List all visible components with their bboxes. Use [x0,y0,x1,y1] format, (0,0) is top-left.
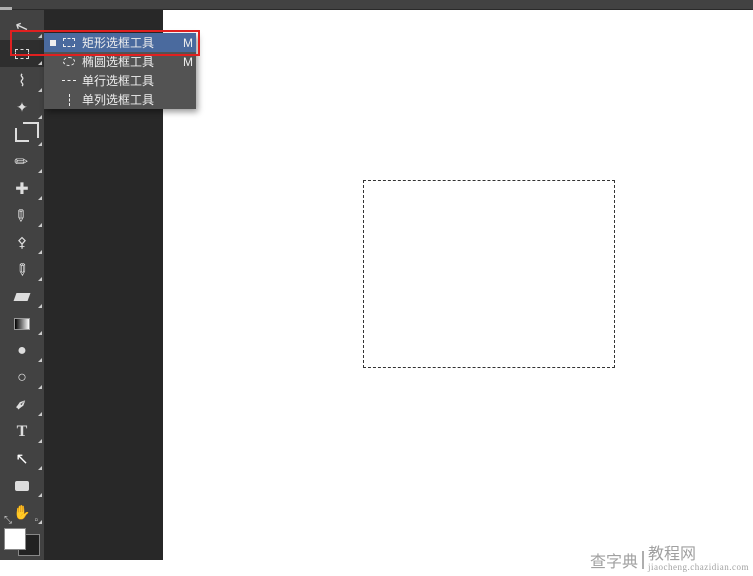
rectangle-marquee-icon [62,38,76,47]
selected-dot-icon [50,97,56,103]
flyout-indicator-icon [38,115,42,119]
stamp-tool[interactable]: ⚴ [0,229,44,256]
hand-icon: ✋ [13,504,30,521]
gradient-icon [14,318,30,330]
ellipse-marquee-icon [62,57,76,66]
flyout-indicator-icon [38,34,42,38]
flyout-item-rectangle-marquee[interactable]: 矩形选框工具 M [44,33,196,52]
brush-icon: ✎ [10,204,34,228]
move-icon: ↖ [12,15,31,38]
default-colors-icon[interactable]: ▫ [34,515,38,526]
flyout-item-single-row-marquee[interactable]: 单行选框工具 [44,71,196,90]
flyout-indicator-icon [38,385,42,389]
lasso-tool[interactable]: ⌇ [0,67,44,94]
flyout-item-ellipse-marquee[interactable]: 椭圆选框工具 M [44,52,196,71]
brush-tool[interactable]: ✎ [0,202,44,229]
watermark-url: jiaocheng.chazidian.com [648,563,749,572]
eyedropper-icon: ✎ [10,150,34,174]
flyout-label: 单行选框工具 [82,72,174,89]
eraser-tool[interactable] [0,283,44,310]
spot-heal-icon: ✚ [15,179,28,199]
flyout-item-single-column-marquee[interactable]: 单列选框工具 [44,90,196,109]
rectangle-shape-icon [15,481,29,491]
options-bar [0,0,753,10]
shape-tool[interactable] [0,472,44,499]
flyout-indicator-icon [38,466,42,470]
history-brush-icon: ✎ [10,258,34,282]
flyout-indicator-icon [38,277,42,281]
rectangle-marquee-icon [15,49,29,59]
flyout-indicator-icon [38,493,42,497]
pen-icon: ✒ [10,393,34,417]
move-tool[interactable]: ↖ [0,13,44,40]
flyout-indicator-icon [38,196,42,200]
flyout-label: 椭圆选框工具 [82,53,174,70]
crop-icon [15,128,29,142]
flyout-indicator-icon [38,61,42,65]
type-icon: T [17,423,28,441]
wand-tool[interactable]: ✦ [0,94,44,121]
watermark-brand-cn: 查字典 [590,548,638,572]
marquee-tool-flyout: 矩形选框工具 M 椭圆选框工具 M 单行选框工具 单列选框工具 [44,33,196,109]
heal-tool[interactable]: ✚ [0,175,44,202]
flyout-indicator-icon [38,331,42,335]
eyedropper-tool[interactable]: ✎ [0,148,44,175]
watermark-suffix: 教程网 [648,547,749,563]
history-brush-tool[interactable]: ✎ [0,256,44,283]
flyout-indicator-icon [38,439,42,443]
watermark: 查字典 教程网 jiaocheng.chazidian.com [590,547,749,572]
flyout-label: 单列选框工具 [82,91,174,108]
flyout-shortcut: M [180,36,196,50]
path-tool[interactable]: ↖ [0,445,44,472]
flyout-indicator-icon [38,142,42,146]
pen-tool[interactable]: ✒ [0,391,44,418]
flyout-shortcut: M [180,55,196,69]
swap-colors-icon[interactable]: ⤡ [4,515,12,526]
gradient-tool[interactable] [0,310,44,337]
selected-dot-icon [50,40,56,46]
single-column-marquee-icon [62,94,76,106]
flyout-indicator-icon [38,169,42,173]
path-select-icon: ↖ [15,449,28,469]
flyout-indicator-icon [38,520,42,524]
blur-tool[interactable]: ● [0,337,44,364]
flyout-indicator-icon [38,412,42,416]
eraser-icon [14,293,31,301]
crop-tool[interactable] [0,121,44,148]
divider-icon [642,551,644,569]
flyout-indicator-icon [38,358,42,362]
dodge-icon: ○ [17,369,27,387]
single-row-marquee-icon [62,80,76,81]
marquee-selection[interactable] [363,180,615,368]
flyout-indicator-icon [38,304,42,308]
lasso-icon: ⌇ [18,71,26,91]
tool-palette: ↖ ⌇ ✦ ✎ ✚ ✎ ⚴ ✎ ● ○ ✒ T ↖ ✋ 🔍 ⤡ ▫ [0,10,44,560]
blur-icon: ● [17,342,27,360]
magic-wand-icon: ✦ [16,99,28,116]
flyout-indicator-icon [38,250,42,254]
flyout-indicator-icon [38,88,42,92]
dodge-tool[interactable]: ○ [0,364,44,391]
type-tool[interactable]: T [0,418,44,445]
flyout-label: 矩形选框工具 [82,34,174,51]
marquee-tool[interactable] [0,40,44,67]
clone-stamp-icon: ⚴ [17,234,27,251]
foreground-color-swatch[interactable] [4,528,26,550]
selected-dot-icon [50,59,56,65]
flyout-indicator-icon [38,223,42,227]
selected-dot-icon [50,78,56,84]
color-swatches [4,528,40,556]
